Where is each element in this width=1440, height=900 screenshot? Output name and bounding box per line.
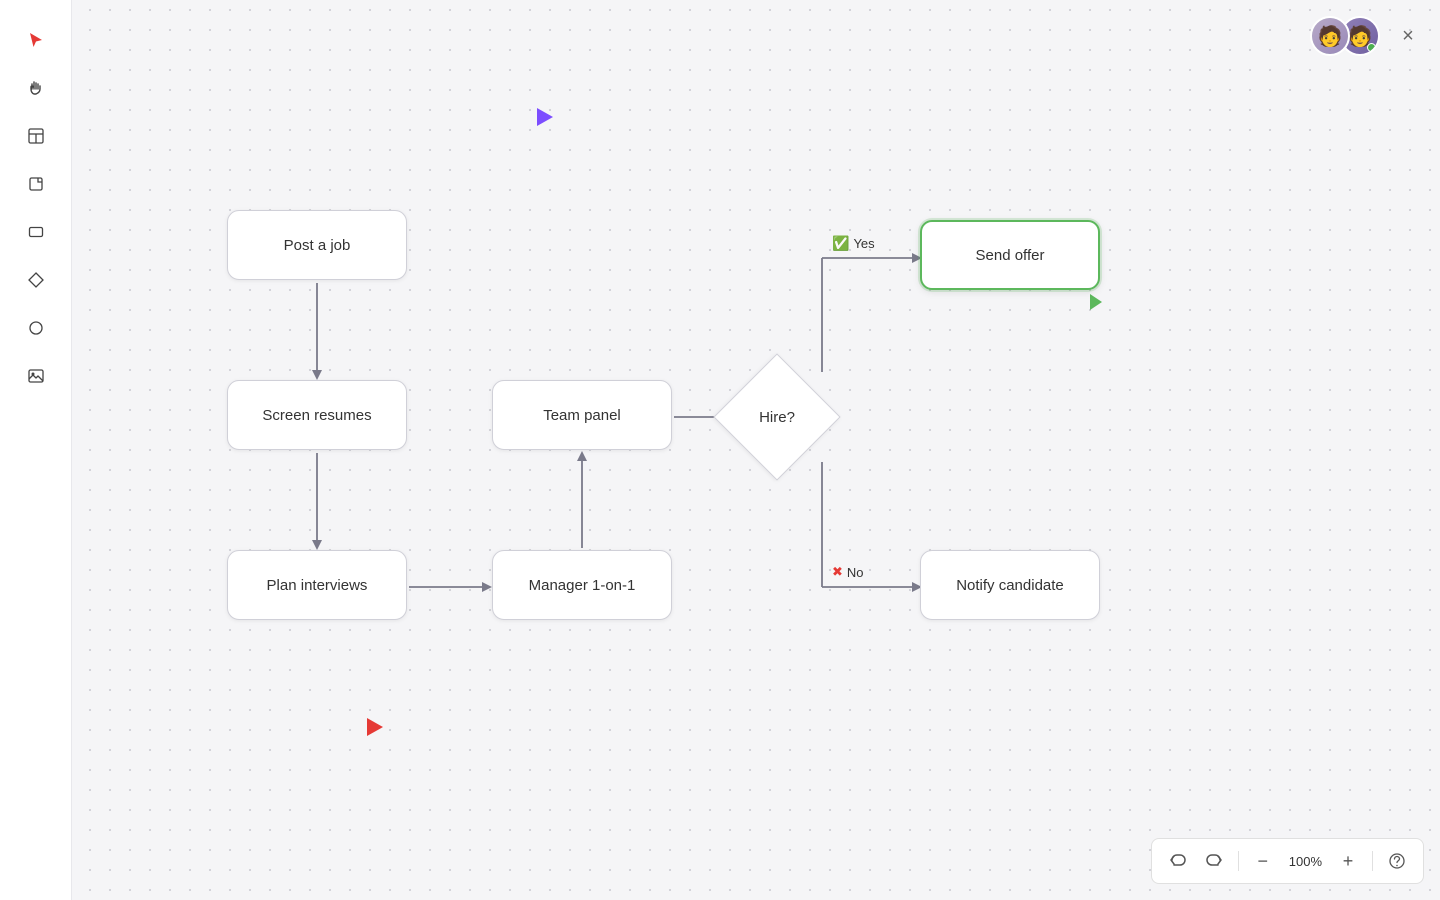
rectangle-icon[interactable]	[16, 212, 56, 252]
table-icon[interactable]	[16, 116, 56, 156]
image-icon[interactable]	[16, 356, 56, 396]
no-label: ✖ No	[832, 564, 864, 580]
close-button[interactable]: ×	[1392, 20, 1424, 52]
collaborators-avatars: 🧑 🧑	[1310, 16, 1380, 56]
zoom-level-label: 100%	[1283, 854, 1328, 869]
avatar-1: 🧑	[1310, 16, 1350, 56]
circle-icon[interactable]	[16, 308, 56, 348]
cursor-purple	[537, 108, 553, 126]
node-post-job[interactable]: Post a job	[227, 210, 407, 280]
node-screen-resumes[interactable]: Screen resumes	[227, 380, 407, 450]
online-indicator	[1367, 43, 1376, 52]
zoom-out-button[interactable]: −	[1247, 845, 1279, 877]
node-notify-candidate[interactable]: Notify candidate	[920, 550, 1100, 620]
bottom-toolbar: − 100% +	[1151, 838, 1424, 884]
hand-tool-icon[interactable]	[16, 68, 56, 108]
node-plan-interviews[interactable]: Plan interviews	[227, 550, 407, 620]
undo-button[interactable]	[1162, 845, 1194, 877]
diagram-canvas[interactable]: Post a job Screen resumes Plan interview…	[72, 0, 1440, 900]
cursor-tool-icon[interactable]	[16, 20, 56, 60]
sticky-note-icon[interactable]	[16, 164, 56, 204]
node-hire-decision[interactable]: Hire?	[732, 372, 822, 462]
yes-label: ✅ Yes	[832, 235, 875, 252]
redo-button[interactable]	[1198, 845, 1230, 877]
toolbar-divider-1	[1238, 851, 1239, 871]
diamond-icon[interactable]	[16, 260, 56, 300]
zoom-in-button[interactable]: +	[1332, 845, 1364, 877]
toolbar-divider-2	[1372, 851, 1373, 871]
node-team-panel[interactable]: Team panel	[492, 380, 672, 450]
help-button[interactable]	[1381, 845, 1413, 877]
node-manager-1on1[interactable]: Manager 1-on-1	[492, 550, 672, 620]
left-sidebar	[0, 0, 72, 900]
node-send-offer[interactable]: Send offer	[920, 220, 1100, 290]
cursor-red	[367, 718, 383, 736]
top-right-controls: 🧑 🧑 ×	[1310, 16, 1424, 56]
